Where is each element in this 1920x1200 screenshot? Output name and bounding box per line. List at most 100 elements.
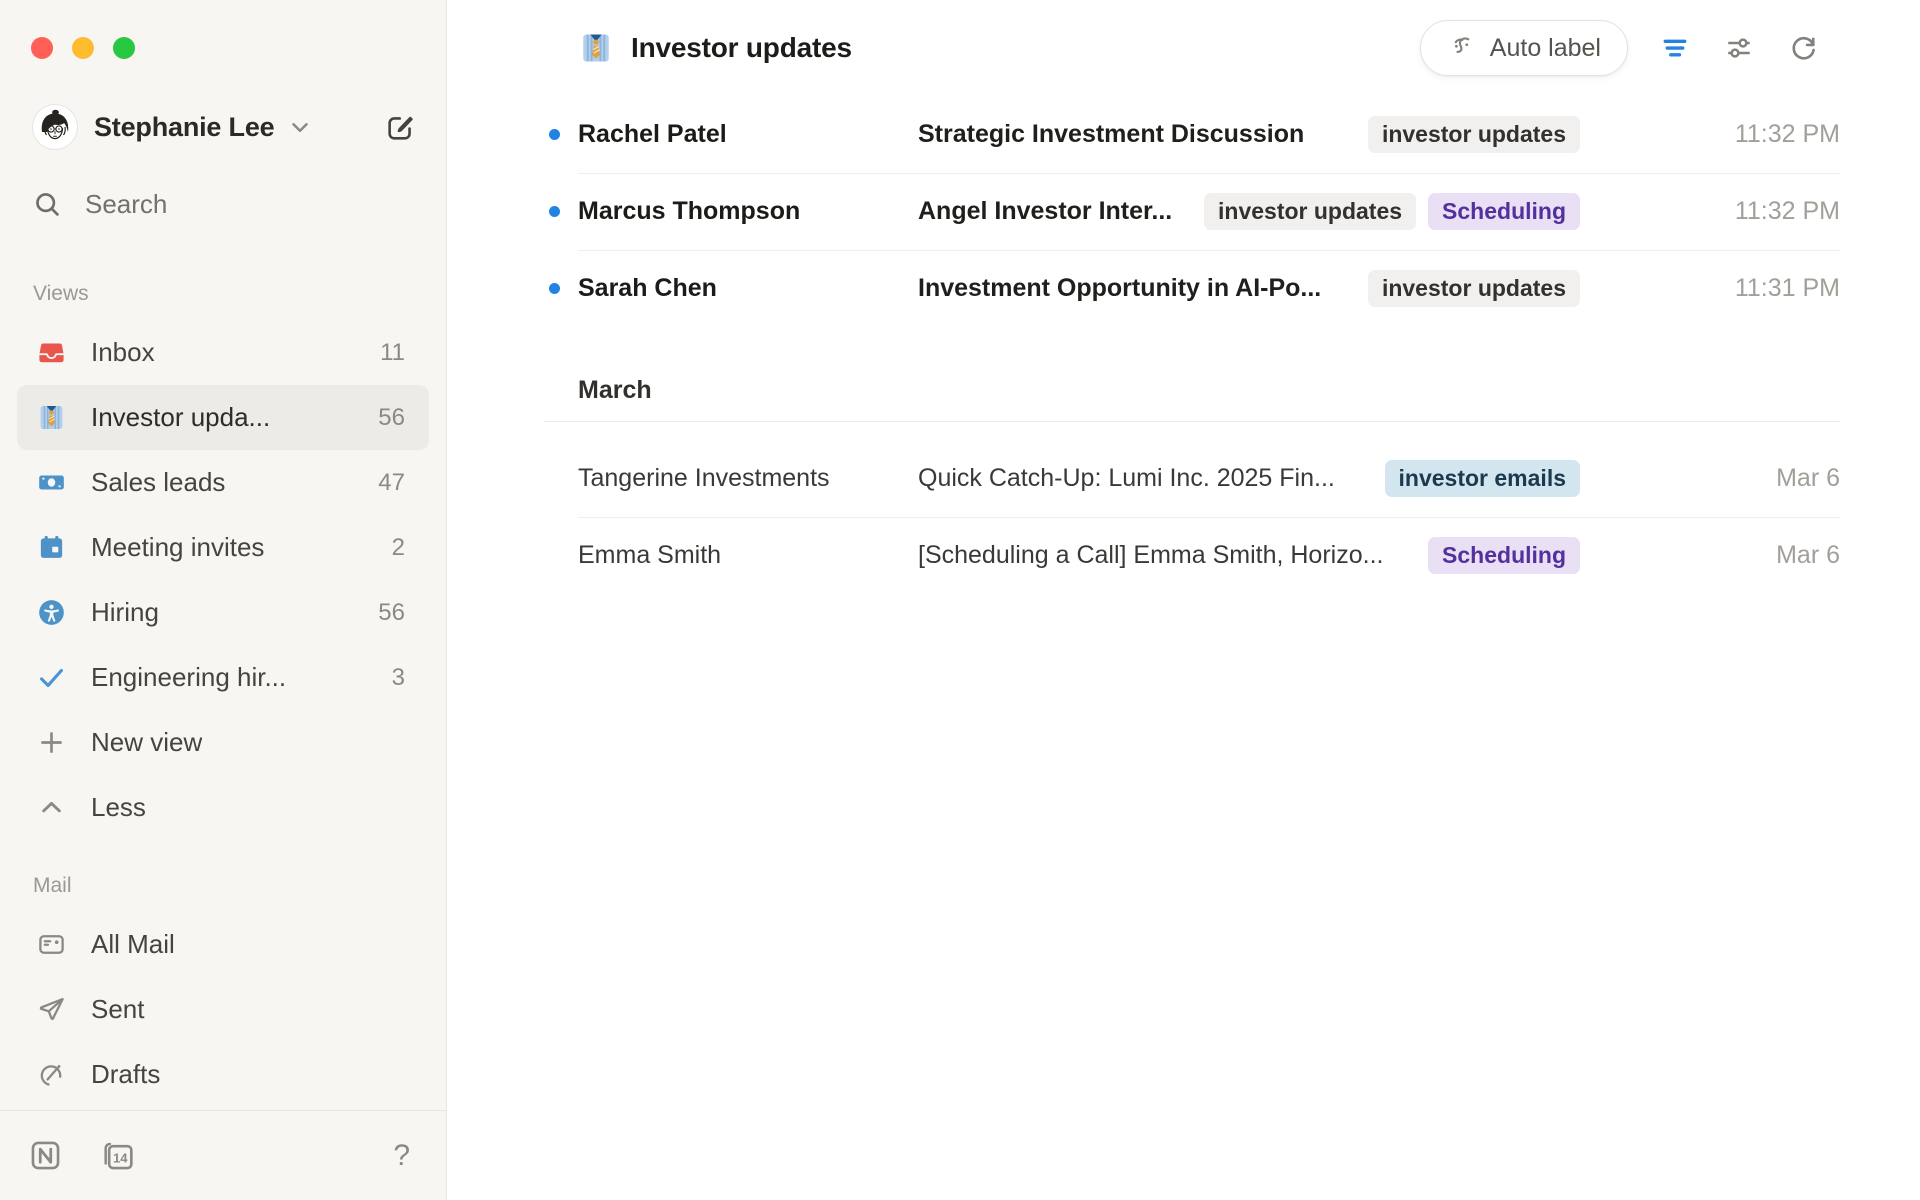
minimize-window-button[interactable] <box>72 37 94 59</box>
plus-icon <box>35 728 67 757</box>
email-subject: Investment Opportunity in AI-Po... <box>918 274 1348 303</box>
filter-icon[interactable] <box>1658 31 1692 65</box>
email-row-sarah-chen[interactable]: Sarah Chen Investment Opportunity in AI-… <box>544 250 1840 327</box>
views-section-label: Views <box>33 282 446 306</box>
main-header: Investor updates Auto label <box>447 0 1920 96</box>
avatar <box>33 105 77 149</box>
display-settings-icon[interactable] <box>1722 31 1756 65</box>
sidebar-item-count: 56 <box>366 404 405 432</box>
tag-investor-updates[interactable]: investor updates <box>1368 270 1580 307</box>
help-button[interactable]: ? <box>393 1139 410 1173</box>
zoom-window-button[interactable] <box>113 37 135 59</box>
email-tags: investor updates <box>1368 116 1580 153</box>
group-rows: Tangerine Investments Quick Catch-Up: Lu… <box>544 422 1840 594</box>
chevron-down-icon[interactable] <box>287 114 313 140</box>
sidebar-item-label: New view <box>91 727 202 758</box>
group-rows: Rachel Patel Strategic Investment Discus… <box>544 96 1840 327</box>
tag-investor-updates[interactable]: investor updates <box>1368 116 1580 153</box>
sidebar-item-label: Less <box>91 792 146 823</box>
email-sender: Rachel Patel <box>578 120 918 149</box>
dot-column <box>544 283 578 294</box>
email-time: 11:32 PM <box>1650 120 1840 149</box>
email-sender: Tangerine Investments <box>578 464 918 493</box>
app-window: Stephanie Lee Search Views Inbox <box>0 0 1920 1200</box>
email-subject: Quick Catch-Up: Lumi Inc. 2025 Fin... <box>918 464 1365 493</box>
sidebar-item-sales-leads[interactable]: Sales leads 47 <box>17 450 429 515</box>
sent-icon <box>35 995 67 1024</box>
unread-dot <box>549 206 560 217</box>
search-label: Search <box>85 189 167 220</box>
sidebar-item-less[interactable]: Less <box>17 775 429 840</box>
money-icon <box>35 468 67 497</box>
svg-text:14: 14 <box>113 1151 128 1166</box>
tag-scheduling[interactable]: Scheduling <box>1428 537 1580 574</box>
email-time: Mar 6 <box>1650 541 1840 570</box>
sidebar-item-label: Hiring <box>91 597 159 628</box>
sidebar-item-label: Inbox <box>91 337 155 368</box>
sidebar-item-count: 11 <box>368 339 405 367</box>
email-row-rachel-patel[interactable]: Rachel Patel Strategic Investment Discus… <box>544 96 1840 173</box>
user-name[interactable]: Stephanie Lee <box>94 112 274 143</box>
notion-app-icon[interactable] <box>28 1138 63 1173</box>
compose-button[interactable] <box>385 112 416 143</box>
email-tags: investor emails <box>1385 460 1580 497</box>
email-subject: Angel Investor Inter... <box>918 197 1184 226</box>
search-button[interactable]: Search <box>33 189 446 220</box>
sidebar-item-drafts[interactable]: Drafts <box>17 1042 429 1107</box>
auto-label-text: Auto label <box>1490 34 1601 63</box>
inbox-icon <box>35 338 67 367</box>
sidebar-item-all-mail[interactable]: All Mail <box>17 912 429 977</box>
refresh-icon[interactable] <box>1786 31 1820 65</box>
all-mail-icon <box>35 930 67 959</box>
sidebar-item-label: Meeting invites <box>91 532 264 563</box>
sidebar-item-sent[interactable]: Sent <box>17 977 429 1042</box>
tag-scheduling[interactable]: Scheduling <box>1428 193 1580 230</box>
email-sender: Marcus Thompson <box>578 197 918 226</box>
sidebar-item-label: All Mail <box>91 929 175 960</box>
mail-section-label: Mail <box>33 874 446 898</box>
necktie-icon <box>35 403 67 432</box>
sidebar-item-label: Engineering hir... <box>91 662 286 693</box>
main-panel: Investor updates Auto label <box>447 0 1920 1200</box>
email-row-tangerine-investments[interactable]: Tangerine Investments Quick Catch-Up: Lu… <box>544 440 1840 517</box>
email-sender: Sarah Chen <box>578 274 918 303</box>
email-time: Mar 6 <box>1650 464 1840 493</box>
check-icon <box>35 663 67 692</box>
notion-calendar-icon[interactable]: 14 <box>101 1138 136 1173</box>
necktie-icon <box>579 31 613 65</box>
email-tags: Scheduling <box>1428 537 1580 574</box>
sidebar-item-meeting-invites[interactable]: Meeting invites 2 <box>17 515 429 580</box>
window-controls <box>0 0 446 59</box>
views-list: Inbox 11 Investor upda... 56 Sales leads… <box>0 320 446 840</box>
sidebar-item-hiring[interactable]: Hiring 56 <box>17 580 429 645</box>
tag-investor-emails[interactable]: investor emails <box>1385 460 1580 497</box>
tag-investor-updates[interactable]: investor updates <box>1204 193 1416 230</box>
unread-dot <box>549 283 560 294</box>
dot-column <box>544 129 578 140</box>
email-sender: Emma Smith <box>578 541 918 570</box>
email-group: March Tangerine Investments Quick Catch-… <box>544 352 1840 594</box>
page-title: Investor updates <box>631 32 852 64</box>
email-subject: Strategic Investment Discussion <box>918 120 1348 149</box>
dot-column <box>544 206 578 217</box>
sidebar-item-count: 56 <box>366 599 405 627</box>
sidebar-item-inbox[interactable]: Inbox 11 <box>17 320 429 385</box>
sidebar-item-count: 47 <box>366 469 405 497</box>
email-row-marcus-thompson[interactable]: Marcus Thompson Angel Investor Inter... … <box>544 173 1840 250</box>
auto-label-ai-icon <box>1447 33 1477 63</box>
sidebar-item-new-view[interactable]: New view <box>17 710 429 775</box>
sidebar-item-investor-upda[interactable]: Investor upda... 56 <box>17 385 429 450</box>
sidebar-footer: 14 ? <box>0 1110 446 1200</box>
unread-dot <box>549 129 560 140</box>
sidebar-item-count: 2 <box>380 534 405 562</box>
search-icon <box>33 190 62 219</box>
email-tags: investor updates <box>1368 270 1580 307</box>
close-window-button[interactable] <box>31 37 53 59</box>
sidebar-item-label: Sales leads <box>91 467 225 498</box>
email-time: 11:31 PM <box>1650 274 1840 303</box>
chevron-up-icon <box>35 793 67 822</box>
auto-label-button[interactable]: Auto label <box>1420 20 1628 76</box>
sidebar-item-label: Sent <box>91 994 145 1025</box>
email-row-emma-smith[interactable]: Emma Smith [Scheduling a Call] Emma Smit… <box>544 517 1840 594</box>
sidebar-item-engineering-hir[interactable]: Engineering hir... 3 <box>17 645 429 710</box>
